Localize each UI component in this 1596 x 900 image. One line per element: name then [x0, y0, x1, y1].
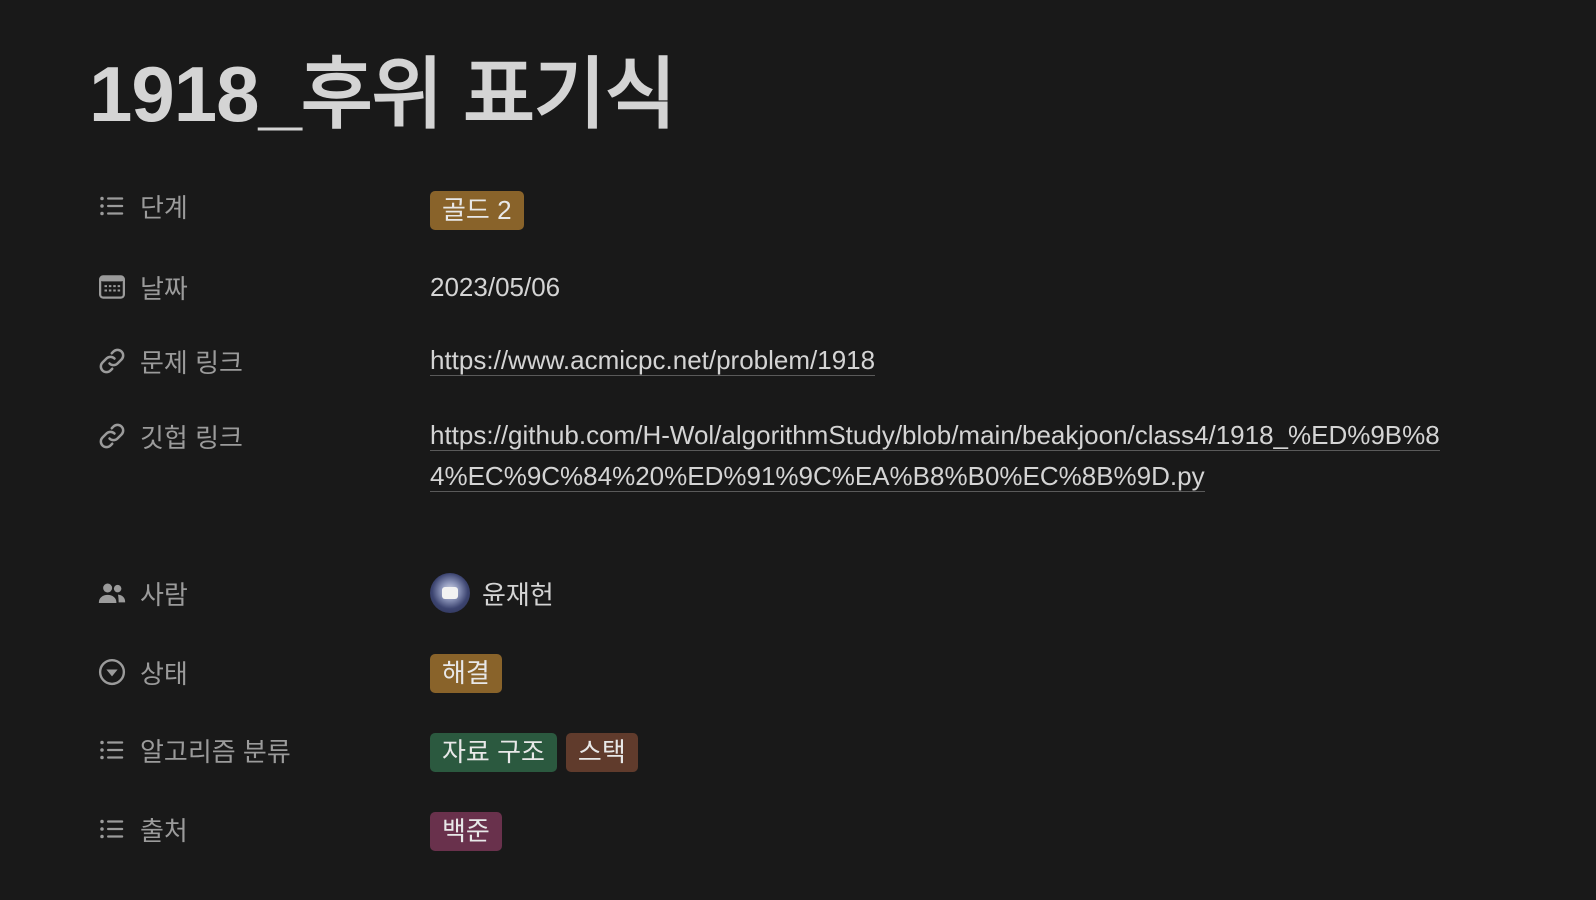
link-icon [96, 420, 128, 452]
property-label-text: 출처 [140, 815, 188, 846]
property-label-text: 문제 링크 [140, 347, 243, 378]
source-tag: 백준 [430, 812, 502, 851]
avatar-image [442, 587, 458, 599]
property-label-person[interactable]: 사람 [96, 577, 188, 610]
property-label-github-link[interactable]: 깃헙 링크 [96, 420, 243, 453]
status-icon [96, 656, 128, 688]
page-title[interactable]: 1918_후위 표기식 [89, 44, 676, 144]
level-tag: 골드 2 [430, 191, 524, 230]
property-label-source[interactable]: 출처 [96, 813, 188, 846]
status-tag: 해결 [430, 654, 502, 693]
github-link[interactable]: https://github.com/H-Wol/algorithmStudy/… [430, 420, 1440, 492]
people-icon [96, 577, 128, 609]
property-label-status[interactable]: 상태 [96, 656, 188, 689]
link-icon [96, 345, 128, 377]
property-label-text: 단계 [140, 192, 188, 223]
property-label-date[interactable]: 날짜 [96, 271, 188, 304]
property-label-text: 날짜 [140, 273, 188, 304]
property-label-algorithm[interactable]: 알고리즘 분류 [96, 734, 291, 767]
avatar [430, 573, 470, 613]
property-label-text: 상태 [140, 658, 188, 689]
person-name: 윤재헌 [482, 579, 554, 610]
property-value-problem-link: https://www.acmicpc.net/problem/1918 [430, 340, 876, 381]
property-value-algorithm[interactable]: 자료 구조 스택 [430, 733, 647, 772]
property-label-text: 알고리즘 분류 [140, 736, 291, 767]
property-value-status[interactable]: 해결 [430, 654, 511, 693]
property-value-person[interactable]: 윤재헌 [430, 573, 554, 613]
property-value-source[interactable]: 백준 [430, 812, 511, 851]
property-value-date[interactable]: 2023/05/06 [430, 270, 560, 304]
property-label-text: 사람 [140, 579, 188, 610]
property-label-text: 깃헙 링크 [140, 422, 243, 453]
list-icon [96, 190, 128, 222]
property-value-github-link: https://github.com/H-Wol/algorithmStudy/… [430, 415, 1470, 497]
list-icon [96, 813, 128, 845]
property-label-problem-link[interactable]: 문제 링크 [96, 345, 243, 378]
list-icon [96, 734, 128, 766]
calendar-icon [96, 271, 128, 303]
notion-page: 1918_후위 표기식 단계 골드 2 날짜 2023/05/06 문제 링크 [0, 0, 1596, 900]
property-value-level[interactable]: 골드 2 [430, 191, 533, 230]
algorithm-tag: 자료 구조 [430, 733, 557, 772]
property-label-level[interactable]: 단계 [96, 190, 188, 223]
algorithm-tag: 스택 [565, 733, 638, 772]
problem-link[interactable]: https://www.acmicpc.net/problem/1918 [430, 345, 876, 376]
